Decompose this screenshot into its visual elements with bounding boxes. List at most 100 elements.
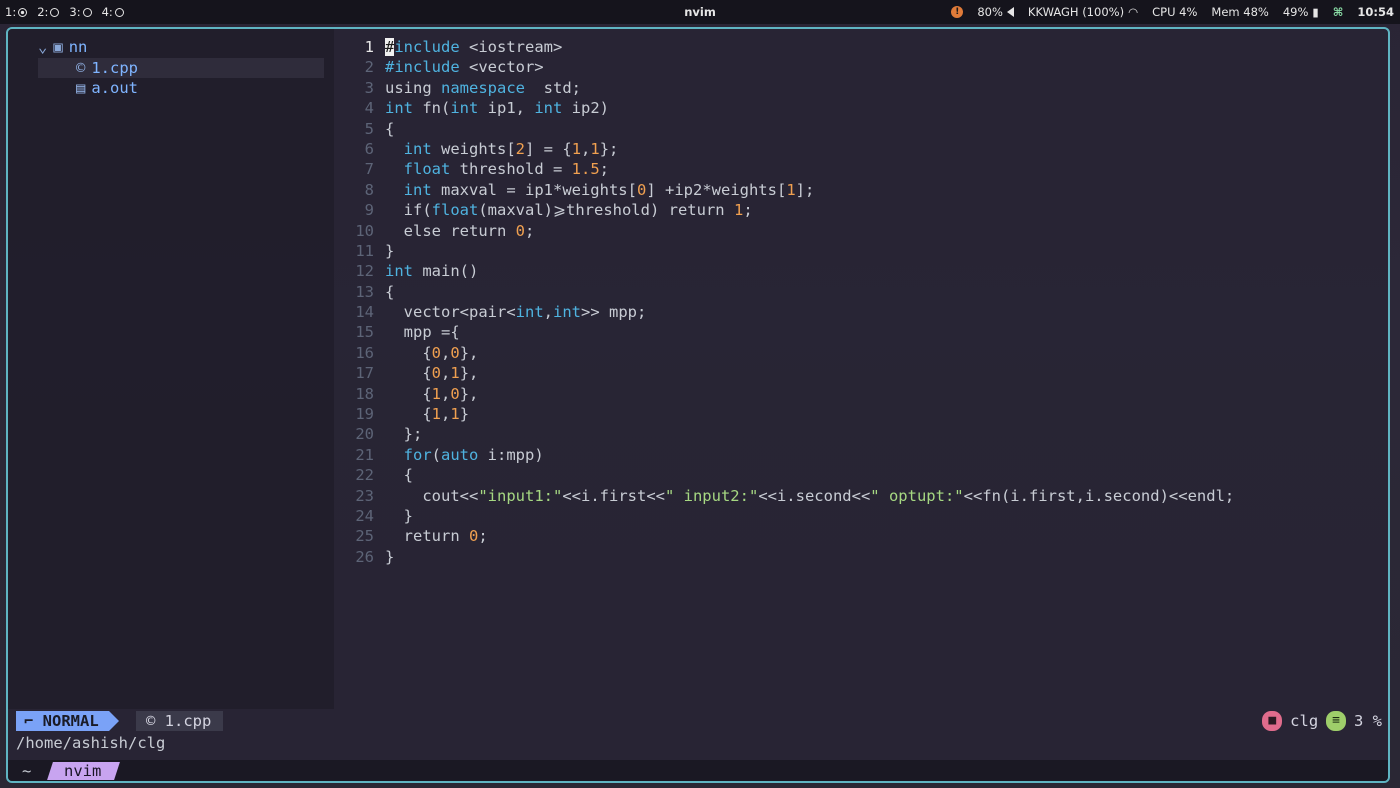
code-text: { [385, 466, 413, 485]
line-number: 9 [364, 201, 374, 220]
tmux-window-tab[interactable]: nvim [47, 762, 121, 780]
code-text: {0,1}, [385, 364, 479, 383]
file-tree-pane[interactable]: ⌄ ▣ nn © 1.cpp ▤ a.out [8, 29, 334, 709]
tmux-window-label: nvim [64, 762, 102, 780]
tree-item-label: a.out [91, 79, 139, 97]
mode-label: NORMAL [42, 712, 99, 730]
line-number: 25 [355, 527, 374, 546]
workspace-dot-icon [50, 7, 60, 17]
code-line[interactable]: 8 int maxval = ip1*weights[0] +ip2*weigh… [338, 180, 1388, 200]
tree-item-1cpp[interactable]: © 1.cpp [38, 58, 324, 78]
line-number: 15 [355, 323, 374, 342]
code-line[interactable]: 12 int main() [338, 261, 1388, 281]
code-text: {1,0}, [385, 384, 479, 403]
battery-icon: ▮ [1312, 5, 1319, 19]
tree-item-aout[interactable]: ▤ a.out [76, 78, 138, 98]
workspace-4[interactable]: 4: [102, 5, 124, 19]
code-line[interactable]: 18 {1,0}, [338, 384, 1388, 404]
line-number: 22 [355, 466, 374, 485]
code-line[interactable]: 26} [338, 547, 1388, 567]
code-line[interactable]: 21 for(auto i:mpp) [338, 445, 1388, 465]
binary-file-icon: ▤ [76, 79, 86, 97]
code-text: } [385, 241, 395, 260]
line-number: 1 [364, 38, 374, 56]
code-text: { [385, 119, 395, 138]
code-text: int main() [385, 262, 479, 281]
speaker-icon [1006, 7, 1014, 17]
updates-indicator[interactable]: ! [951, 6, 964, 18]
line-number: 2 [364, 58, 374, 77]
workspace-switcher: 1: 2: 3: 4: [5, 0, 124, 24]
c-file-icon: © [146, 712, 165, 730]
line-number: 10 [355, 221, 374, 240]
code-line[interactable]: 4 int fn(int ip1, int ip2) [338, 98, 1388, 118]
clock[interactable]: 10:54 [1357, 5, 1394, 19]
wifi-value: KKWAGH (100%) [1027, 5, 1125, 19]
volume-indicator[interactable]: 80% [977, 5, 1014, 19]
workspace-1[interactable]: 1: [5, 5, 28, 19]
code-text: } [385, 506, 413, 525]
code-editor[interactable]: 1 #include <iostream> 2 #include <vector> 3 u… [338, 37, 1388, 567]
text-cursor: # [385, 38, 395, 56]
code-line[interactable]: 1 #include <iostream> [338, 37, 1388, 57]
line-number: 8 [364, 180, 374, 199]
line-number: 23 [355, 486, 374, 505]
code-line[interactable]: 11} [338, 241, 1388, 261]
line-number: 19 [355, 405, 374, 424]
code-text: for(auto i:mpp) [403, 445, 544, 464]
code-line[interactable]: 20 }; [338, 424, 1388, 444]
line-number: 7 [364, 160, 374, 179]
chevron-down-icon: ⌄ [38, 38, 48, 56]
code-line[interactable]: 16 {0,0}, [338, 343, 1388, 363]
workspace-dot-icon [18, 7, 28, 17]
code-line[interactable]: 22 { [338, 465, 1388, 485]
code-text: mpp ={ [385, 323, 460, 342]
line-number: 13 [355, 282, 374, 301]
code-line[interactable]: 6 int weights[2] = {1,1}; [338, 139, 1388, 159]
workspace-label: 3: [69, 5, 81, 19]
code-text: int weights[2] = {1,1}; [403, 139, 619, 158]
code-text: #include <vector> [385, 58, 544, 77]
lines-icon: ≡ [1326, 711, 1346, 731]
line-number: 12 [355, 262, 374, 281]
cpu-indicator: CPU 4% [1152, 5, 1197, 19]
line-number: 14 [355, 303, 374, 322]
code-line[interactable]: 15 mpp ={ [338, 322, 1388, 342]
workspace-dot-icon [82, 7, 92, 17]
code-text: else return 0; [385, 221, 535, 240]
code-text: if(float(maxval)⩾threshold) return 1; [385, 201, 753, 220]
tree-item-label: 1.cpp [91, 59, 139, 77]
code-line[interactable]: 24 } [338, 506, 1388, 526]
code-line[interactable]: 10 else return 0; [338, 221, 1388, 241]
network-icon: ⌘ [1332, 5, 1344, 19]
mode-icon: ⌐ [24, 712, 43, 730]
tree-root-folder[interactable]: ⌄ ▣ nn [38, 37, 87, 57]
folder-icon: ■ [1262, 711, 1283, 731]
code-line[interactable]: 19 {1,1} [338, 404, 1388, 424]
workspace-label: 4: [101, 5, 113, 19]
battery-value: 49% [1282, 5, 1309, 19]
terminal-window[interactable]: ⌄ ▣ nn © 1.cpp ▤ a.out 1 #include <iostream> 2… [6, 27, 1390, 783]
code-line[interactable]: 23 cout<<"input1:"<<i.first<<" input2:"<… [338, 486, 1388, 506]
code-line[interactable]: 3 using namespace std; [338, 78, 1388, 98]
line-number: 18 [355, 384, 374, 403]
code-line[interactable]: 13 { [338, 282, 1388, 302]
update-icon: ! [951, 6, 964, 18]
line-number: 6 [364, 139, 374, 158]
wifi-indicator[interactable]: KKWAGH (100%) ◠ [1028, 5, 1138, 19]
folder-icon: ▣ [53, 38, 63, 56]
battery-indicator[interactable]: 49% ▮ [1283, 5, 1319, 19]
workspace-3[interactable]: 3: [69, 5, 92, 19]
code-line[interactable]: 14 vector<pair<int,int>> mpp; [338, 302, 1388, 322]
code-line[interactable]: 25 return 0; [338, 526, 1388, 546]
code-text: {0,0}, [385, 343, 479, 362]
code-line[interactable]: 2 #include <vector> [338, 57, 1388, 77]
code-line[interactable]: 5{ [338, 119, 1388, 139]
network-tray-icon[interactable]: ⌘ [1333, 5, 1344, 19]
code-line[interactable]: 9 if(float(maxval)⩾threshold) return 1; [338, 200, 1388, 220]
code-line[interactable]: 17 {0,1}, [338, 363, 1388, 383]
workspace-2[interactable]: 2: [37, 5, 60, 19]
statusline-file: © 1.cpp [136, 711, 224, 731]
line-number: 21 [355, 445, 374, 464]
code-line[interactable]: 7 float threshold = 1.5; [338, 159, 1388, 179]
